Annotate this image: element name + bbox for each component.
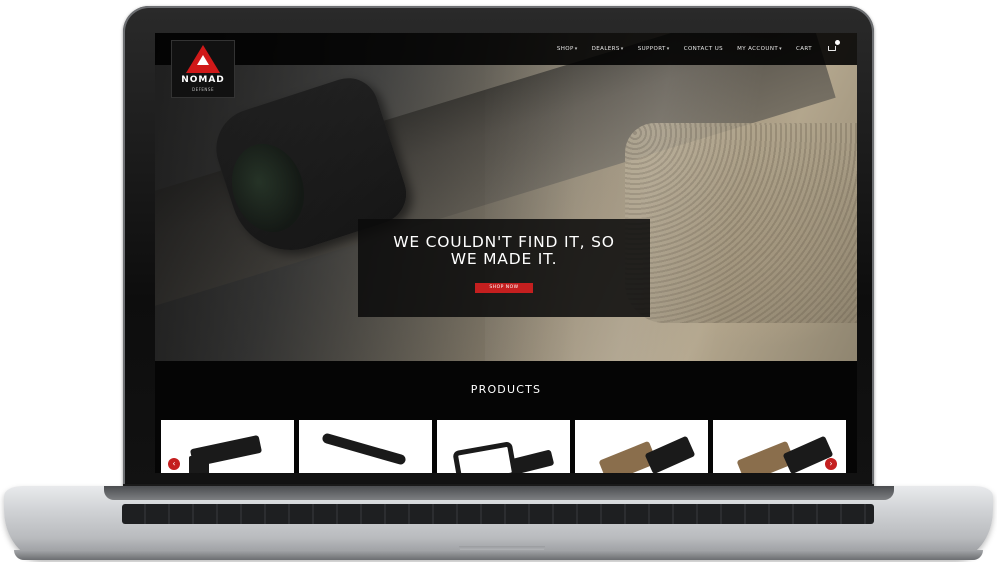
product-image-part: [644, 435, 696, 473]
mountain-peak-icon: [197, 55, 209, 65]
nav-item-label: SHOP: [556, 46, 574, 52]
product-carousel: [161, 420, 846, 473]
hero-callout: WE COULDN'T FIND IT, SO WE MADE IT. SHOP…: [358, 219, 650, 317]
top-nav: SHOP ▾ DEALERS ▾ SUPPORT ▾ CONTACT US MY…: [155, 33, 857, 65]
carousel-next-button[interactable]: ›: [825, 458, 837, 470]
nav-item-support[interactable]: SUPPORT ▾: [638, 46, 670, 52]
product-card[interactable]: [437, 420, 570, 473]
chevron-down-icon: ▾: [779, 46, 783, 52]
nav-item-dealers[interactable]: DEALERS ▾: [592, 46, 624, 52]
laptop-keyboard: [122, 504, 874, 524]
product-card[interactable]: [161, 420, 294, 473]
nav-item-label: CONTACT US: [683, 46, 724, 52]
laptop-hinge: [104, 486, 894, 500]
hero-title-line-2: WE MADE IT.: [450, 250, 558, 268]
browser-viewport: SHOP ▾ DEALERS ▾ SUPPORT ▾ CONTACT US MY…: [155, 33, 857, 473]
chevron-down-icon: ▾: [574, 46, 578, 52]
hero-title: WE COULDN'T FIND IT, SO WE MADE IT.: [358, 234, 650, 268]
product-card[interactable]: [575, 420, 708, 473]
nav-item-label: DEALERS: [591, 46, 620, 52]
nav-item-label: SUPPORT: [637, 46, 666, 52]
logo-text: NOMAD: [181, 75, 225, 85]
nav-item-label: MY ACCOUNT: [737, 46, 779, 52]
shop-now-button[interactable]: SHOP NOW: [475, 283, 533, 293]
hero-title-line-1: WE COULDN'T FIND IT, SO: [393, 233, 615, 251]
cart-badge: [835, 40, 840, 45]
cart-icon[interactable]: [828, 40, 840, 52]
nav-item-my-account[interactable]: MY ACCOUNT ▾: [737, 46, 782, 52]
product-image-part: [189, 456, 209, 473]
laptop-base-edge: [14, 550, 983, 560]
nav-menu: SHOP ▾ DEALERS ▾ SUPPORT ▾ CONTACT US MY…: [557, 40, 840, 52]
nav-item-cart[interactable]: CART: [796, 46, 812, 52]
nav-item-label: CART: [796, 46, 812, 52]
chevron-down-icon: ▾: [666, 46, 670, 52]
nav-item-contact-us[interactable]: CONTACT US: [684, 46, 723, 52]
nav-item-shop[interactable]: SHOP ▾: [557, 46, 578, 52]
product-image: [452, 441, 518, 473]
laptop-base: [4, 486, 993, 560]
products-heading: PRODUCTS: [470, 383, 542, 396]
product-card[interactable]: [299, 420, 432, 473]
site-logo[interactable]: NOMAD DEFENSE: [171, 40, 235, 98]
carousel-prev-button[interactable]: ‹: [168, 458, 180, 470]
logo-subtext: DEFENSE: [192, 87, 214, 92]
chevron-down-icon: ▾: [620, 46, 624, 52]
product-image-part: [511, 449, 555, 473]
product-image: [321, 432, 407, 466]
